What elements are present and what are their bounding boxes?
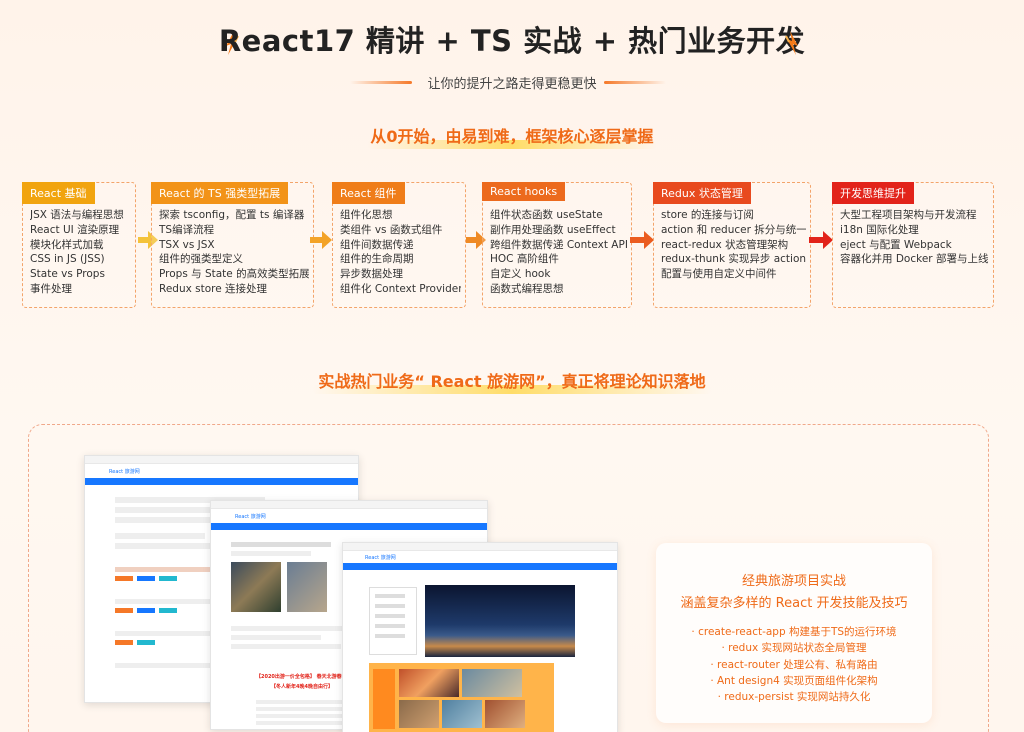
stage-dev-mindset: 开发思维提升 大型工程项目架构与开发流程 i18n 国际化处理 eject 与配…: [832, 182, 994, 308]
roadmap-heading: 从0开始，由易到难，框架核心逐层掌握: [0, 123, 1024, 149]
stage-tag: React hooks: [482, 182, 566, 201]
arrow-right-icon: [310, 231, 332, 249]
stage-tag: React 基础: [22, 182, 95, 204]
stage-item: 组件的生命周期: [340, 253, 414, 266]
card-item: · Ant design4 实现页面组件化架构: [710, 674, 878, 687]
stage-item: react-redux 状态管理架构: [661, 238, 789, 251]
stage-item: 探索 tsconfig，配置 ts 编译器: [159, 209, 305, 221]
stage-item: 组件状态函数 useState: [490, 209, 603, 221]
card-item: · create-react-app 构建基于TS的运行环境: [691, 626, 897, 638]
stage-react-basics: React 基础 JSX 语法与编程思想 React UI 渲染原理 模块化样式…: [22, 182, 136, 308]
card-item: · redux-persist 实现网站持久化: [717, 691, 871, 704]
stage-tag: Redux 状态管理: [653, 182, 751, 204]
flame-deco-icon: [785, 31, 798, 55]
stage-item: 跨组件数据传递 Context API: [490, 238, 627, 251]
project-heading: 实战热门业务“ React 旅游网”，真正将理论知识落地: [0, 368, 1024, 394]
stage-item: React UI 渲染原理: [30, 223, 120, 236]
stage-item: TS编译流程: [159, 223, 215, 236]
stage-item: JSX 语法与编程思想: [30, 209, 124, 221]
stage-tag: React 组件: [332, 182, 405, 204]
stage-item: 容器化并用 Docker 部署与上线: [840, 253, 989, 266]
stage-item: store 的连接与订阅: [661, 209, 754, 221]
stage-item: State vs Props: [30, 268, 105, 281]
stage-item: 组件的强类型定义: [159, 253, 243, 266]
roadmap-heading-text: 从0开始，由易到难，框架核心逐层掌握: [370, 127, 654, 146]
stage-redux: Redux 状态管理 store 的连接与订阅 action 和 reducer…: [653, 182, 811, 308]
stage-item: i18n 国际化处理: [840, 223, 919, 236]
site-name: React 旅游网: [235, 513, 266, 520]
stage-item: action 和 reducer 拆分与统一: [661, 223, 806, 236]
card-item: · redux 实现网站状态全局管理: [721, 642, 867, 655]
site-name: React 旅游网: [365, 554, 396, 561]
stage-tag: 开发思维提升: [832, 182, 914, 204]
site-name: React 旅游网: [109, 468, 140, 475]
stage-item: 异步数据处理: [340, 268, 403, 281]
arrow-right-icon: [809, 231, 833, 249]
stage-item: 组件化 Context Provider: [340, 282, 461, 295]
project-heading-text: 实战热门业务“ React 旅游网”，真正将理论知识落地: [318, 372, 706, 391]
card-item: · react-router 处理公有、私有路由: [710, 658, 878, 671]
banner-image: [425, 585, 575, 657]
promo-text-2: 【冬人新年4晚4晚自由行】: [271, 684, 333, 690]
card-title: 经典旅游项目实战: [741, 574, 846, 589]
stage-item: eject 与配置 Webpack: [840, 238, 952, 251]
stage-item: 自定义 hook: [490, 268, 551, 281]
stage-item: redux-thunk 实现异步 action: [661, 253, 806, 266]
screenshot-home-page: React 旅游网: [342, 542, 618, 732]
stage-item: 组件化思想: [340, 209, 393, 221]
stage-item: Props 与 State 的高效类型拓展: [159, 268, 309, 281]
stage-item: 函数式编程思想: [490, 282, 564, 295]
stage-item: 事件处理: [30, 282, 72, 295]
stage-item: Redux store 连接处理: [159, 282, 268, 295]
page-title: React17 精讲 + TS 实战 + 热门业务开发: [218, 24, 806, 58]
stage-item: 组件间数据传递: [340, 238, 414, 251]
stage-react-ts: React 的 TS 强类型拓展 探索 tsconfig，配置 ts 编译器 T…: [151, 182, 314, 308]
stage-tag: React 的 TS 强类型拓展: [151, 182, 289, 204]
stage-item: 副作用处理函数 useEffect: [490, 223, 616, 236]
arrow-right-icon: [630, 231, 654, 249]
page-subtitle: 让你的提升之路走得更稳更快: [427, 77, 597, 92]
stage-react-components: React 组件 组件化思想 类组件 vs 函数式组件 组件间数据传递 组件的生…: [332, 182, 466, 308]
stage-item: 类组件 vs 函数式组件: [340, 223, 443, 236]
stage-item: TSX vs JSX: [159, 238, 215, 251]
promo-text: 【2020出游一价全包格】 春天北游春节: [256, 674, 347, 680]
stage-react-hooks: React hooks 组件状态函数 useState 副作用处理函数 useE…: [482, 182, 632, 308]
stage-item: 大型工程项目架构与开发流程: [840, 209, 977, 221]
stage-item: HOC 高阶组件: [490, 253, 559, 266]
subtitle-divider: [604, 81, 666, 84]
stage-item: 配置与使用自定义中间件: [661, 268, 777, 281]
card-subtitle: 涵盖复杂多样的 React 开发技能及技巧: [680, 596, 908, 611]
project-info-card: 经典旅游项目实战 涵盖复杂多样的 React 开发技能及技巧 · create-…: [656, 543, 932, 723]
stage-item: 模块化样式加载: [30, 238, 104, 251]
stage-item: CSS in JS (JSS): [30, 253, 105, 266]
